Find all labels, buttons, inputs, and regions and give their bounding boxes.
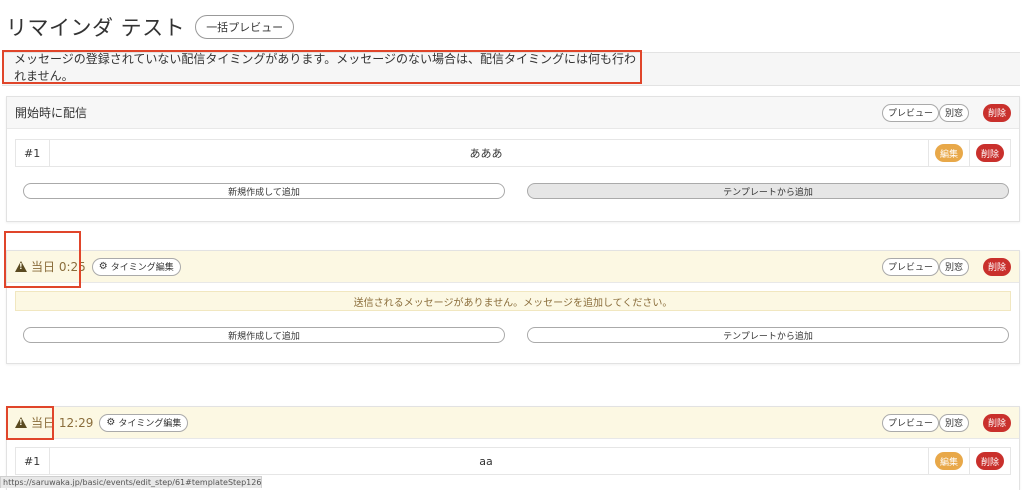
delete-message-button[interactable]: 削除 bbox=[975, 144, 1004, 162]
message-number: #1 bbox=[16, 448, 50, 474]
delete-section-button[interactable]: 削除 bbox=[982, 257, 1011, 276]
warning-icon bbox=[15, 417, 27, 428]
delete-section-button[interactable]: 削除 bbox=[982, 413, 1011, 432]
warning-icon bbox=[15, 261, 27, 272]
message-number: #1 bbox=[16, 140, 50, 166]
timing-edit-button[interactable]: ⚙ タイミング編集 bbox=[99, 413, 189, 432]
new-window-button[interactable]: 別窓 bbox=[938, 257, 969, 276]
message-text: あああ bbox=[469, 147, 503, 160]
page-header: リマインダ テスト 一括プレビュー bbox=[6, 10, 295, 44]
section-header: 当日 0:25 ⚙ タイミング編集 プレビュー 別窓 削除 bbox=[7, 251, 1019, 283]
bulk-preview-button[interactable]: 一括プレビュー bbox=[195, 15, 295, 39]
add-template-button[interactable]: テンプレートから追加 bbox=[527, 183, 1009, 199]
timing-label: 当日 0:25 bbox=[31, 260, 86, 274]
add-new-button[interactable]: 新規作成して追加 bbox=[23, 183, 505, 199]
add-new-button[interactable]: 新規作成して追加 bbox=[23, 327, 505, 343]
section-header: 開始時に配信 プレビュー 別窓 削除 bbox=[7, 97, 1019, 129]
section-start: 開始時に配信 プレビュー 別窓 削除 #1 あああ 編集 削除 新規作成して追加… bbox=[6, 96, 1020, 222]
warning-message: メッセージの登録されていない配信タイミングがあります。メッセージのない場合は、配… bbox=[2, 50, 642, 84]
add-template-button[interactable]: テンプレートから追加 bbox=[527, 327, 1009, 343]
delete-message-button[interactable]: 削除 bbox=[975, 452, 1004, 470]
timing-label: 当日 12:29 bbox=[31, 416, 94, 430]
edit-message-button[interactable]: 編集 bbox=[934, 452, 963, 470]
page-title: リマインダ テスト bbox=[6, 16, 186, 40]
section-timing-1: 当日 0:25 ⚙ タイミング編集 プレビュー 別窓 削除 送信されるメッセージ… bbox=[6, 250, 1020, 364]
gear-icon: ⚙ bbox=[106, 417, 116, 428]
message-text: aa bbox=[479, 454, 493, 468]
delete-section-button[interactable]: 削除 bbox=[982, 103, 1011, 122]
section-title: 開始時に配信 bbox=[15, 106, 88, 120]
timing-edit-button[interactable]: ⚙ タイミング編集 bbox=[91, 257, 181, 276]
status-bar-url: https://saruwaka.jp/basic/events/edit_st… bbox=[0, 476, 262, 488]
empty-notice: 送信されるメッセージがありません。メッセージを追加してください。 bbox=[15, 291, 1011, 311]
section-header: 当日 12:29 ⚙ タイミング編集 プレビュー 別窓 削除 bbox=[7, 407, 1019, 439]
gear-icon: ⚙ bbox=[98, 261, 108, 272]
edit-message-button[interactable]: 編集 bbox=[934, 144, 963, 162]
new-window-button[interactable]: 別窓 bbox=[938, 103, 969, 122]
preview-button[interactable]: プレビュー bbox=[881, 413, 939, 432]
preview-button[interactable]: プレビュー bbox=[881, 257, 939, 276]
message-row: #1 あああ 編集 削除 bbox=[15, 139, 1011, 167]
preview-button[interactable]: プレビュー bbox=[881, 103, 939, 122]
new-window-button[interactable]: 別窓 bbox=[938, 413, 969, 432]
message-row: #1 aa 編集 削除 bbox=[15, 447, 1011, 475]
